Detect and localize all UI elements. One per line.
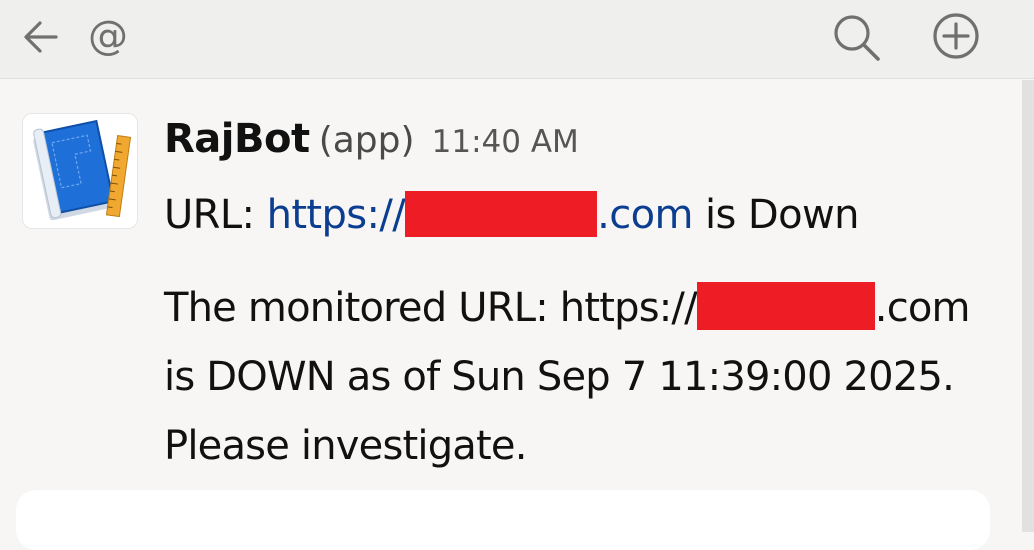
blueprint-icon xyxy=(27,118,133,224)
message-body: The monitored URL: https:// .com is DOWN … xyxy=(164,274,1024,481)
mention-icon[interactable]: @ xyxy=(88,10,128,62)
arrow-left-icon[interactable] xyxy=(22,17,62,57)
url-link-start[interactable]: https:// xyxy=(267,192,406,238)
app-badge: (app) xyxy=(318,120,415,161)
title-suffix: is Down xyxy=(692,192,859,238)
url-link[interactable]: https:// .com xyxy=(267,191,694,238)
top-nav-bar: @ xyxy=(0,0,1034,79)
next-message-card xyxy=(16,490,990,550)
body-line1-prefix: The monitored URL: https:// xyxy=(164,285,698,331)
title-prefix: URL: xyxy=(164,192,267,238)
redaction-box xyxy=(405,191,598,237)
sender-name[interactable]: RajBot xyxy=(164,116,310,162)
body-line-2: is DOWN as of Sun Sep 7 11:39:00 2025. xyxy=(164,354,955,400)
body-line1-suffix: .com xyxy=(874,285,971,331)
redaction-box xyxy=(696,282,875,330)
message-timestamp[interactable]: 11:40 AM xyxy=(432,124,579,160)
message-header: RajBot (app) 11:40 AM xyxy=(164,116,579,176)
message-title: URL: https:// .com is Down xyxy=(164,191,859,238)
plus-circle-icon[interactable] xyxy=(930,10,982,62)
search-icon[interactable] xyxy=(830,11,882,63)
url-link-end[interactable]: .com xyxy=(597,192,693,238)
body-line-1: The monitored URL: https:// .com xyxy=(164,274,1024,343)
body-line-3: Please investigate. xyxy=(164,423,527,469)
bot-avatar[interactable] xyxy=(22,113,138,229)
message-item[interactable]: RajBot (app) 11:40 AM URL: https:// .com … xyxy=(0,80,1022,480)
